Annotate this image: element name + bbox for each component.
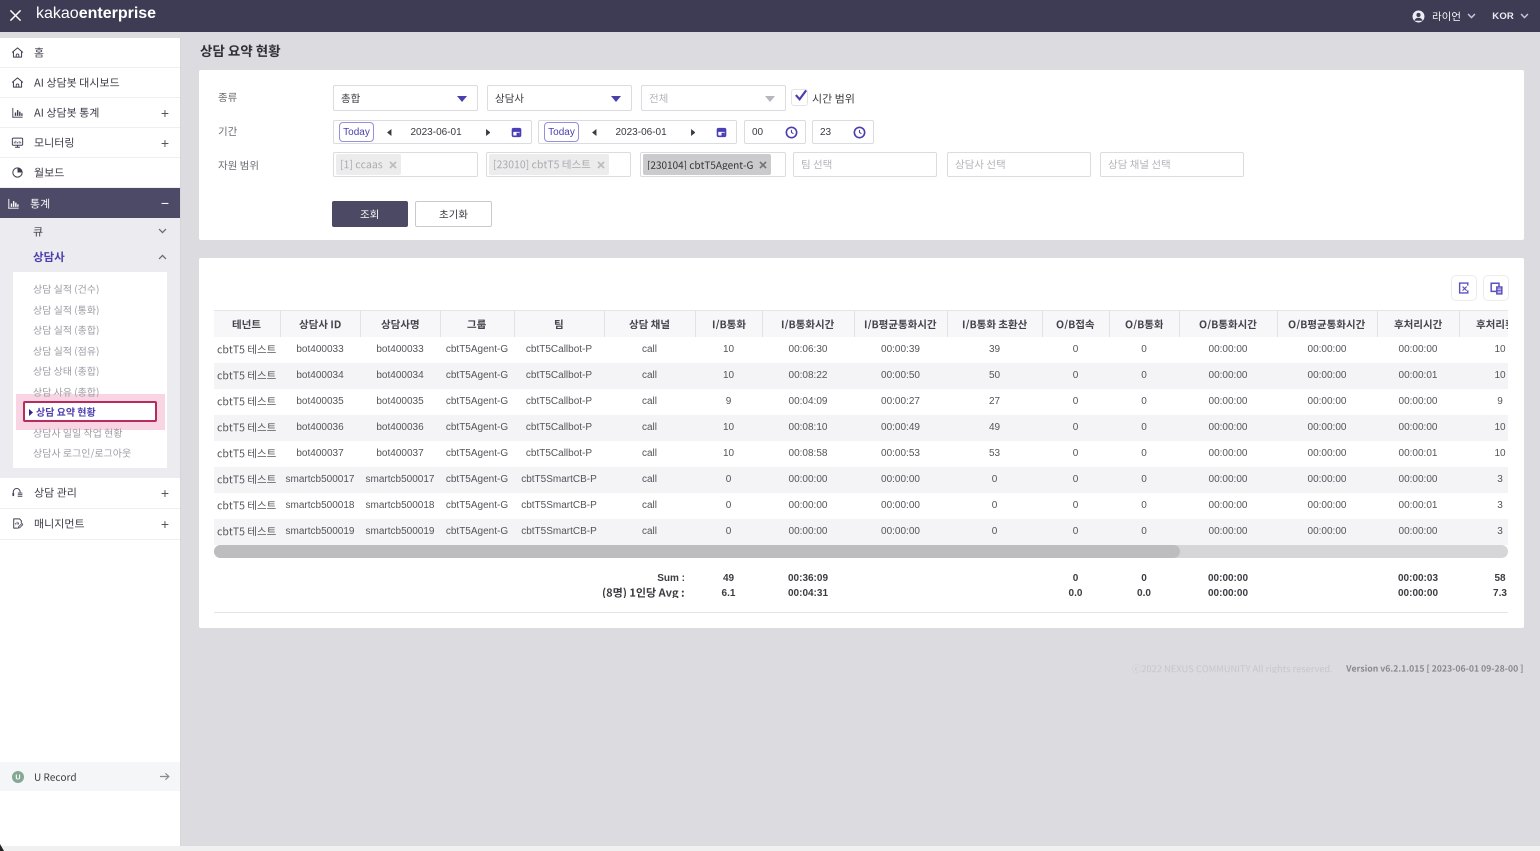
svg-text:U: U <box>15 773 20 782</box>
